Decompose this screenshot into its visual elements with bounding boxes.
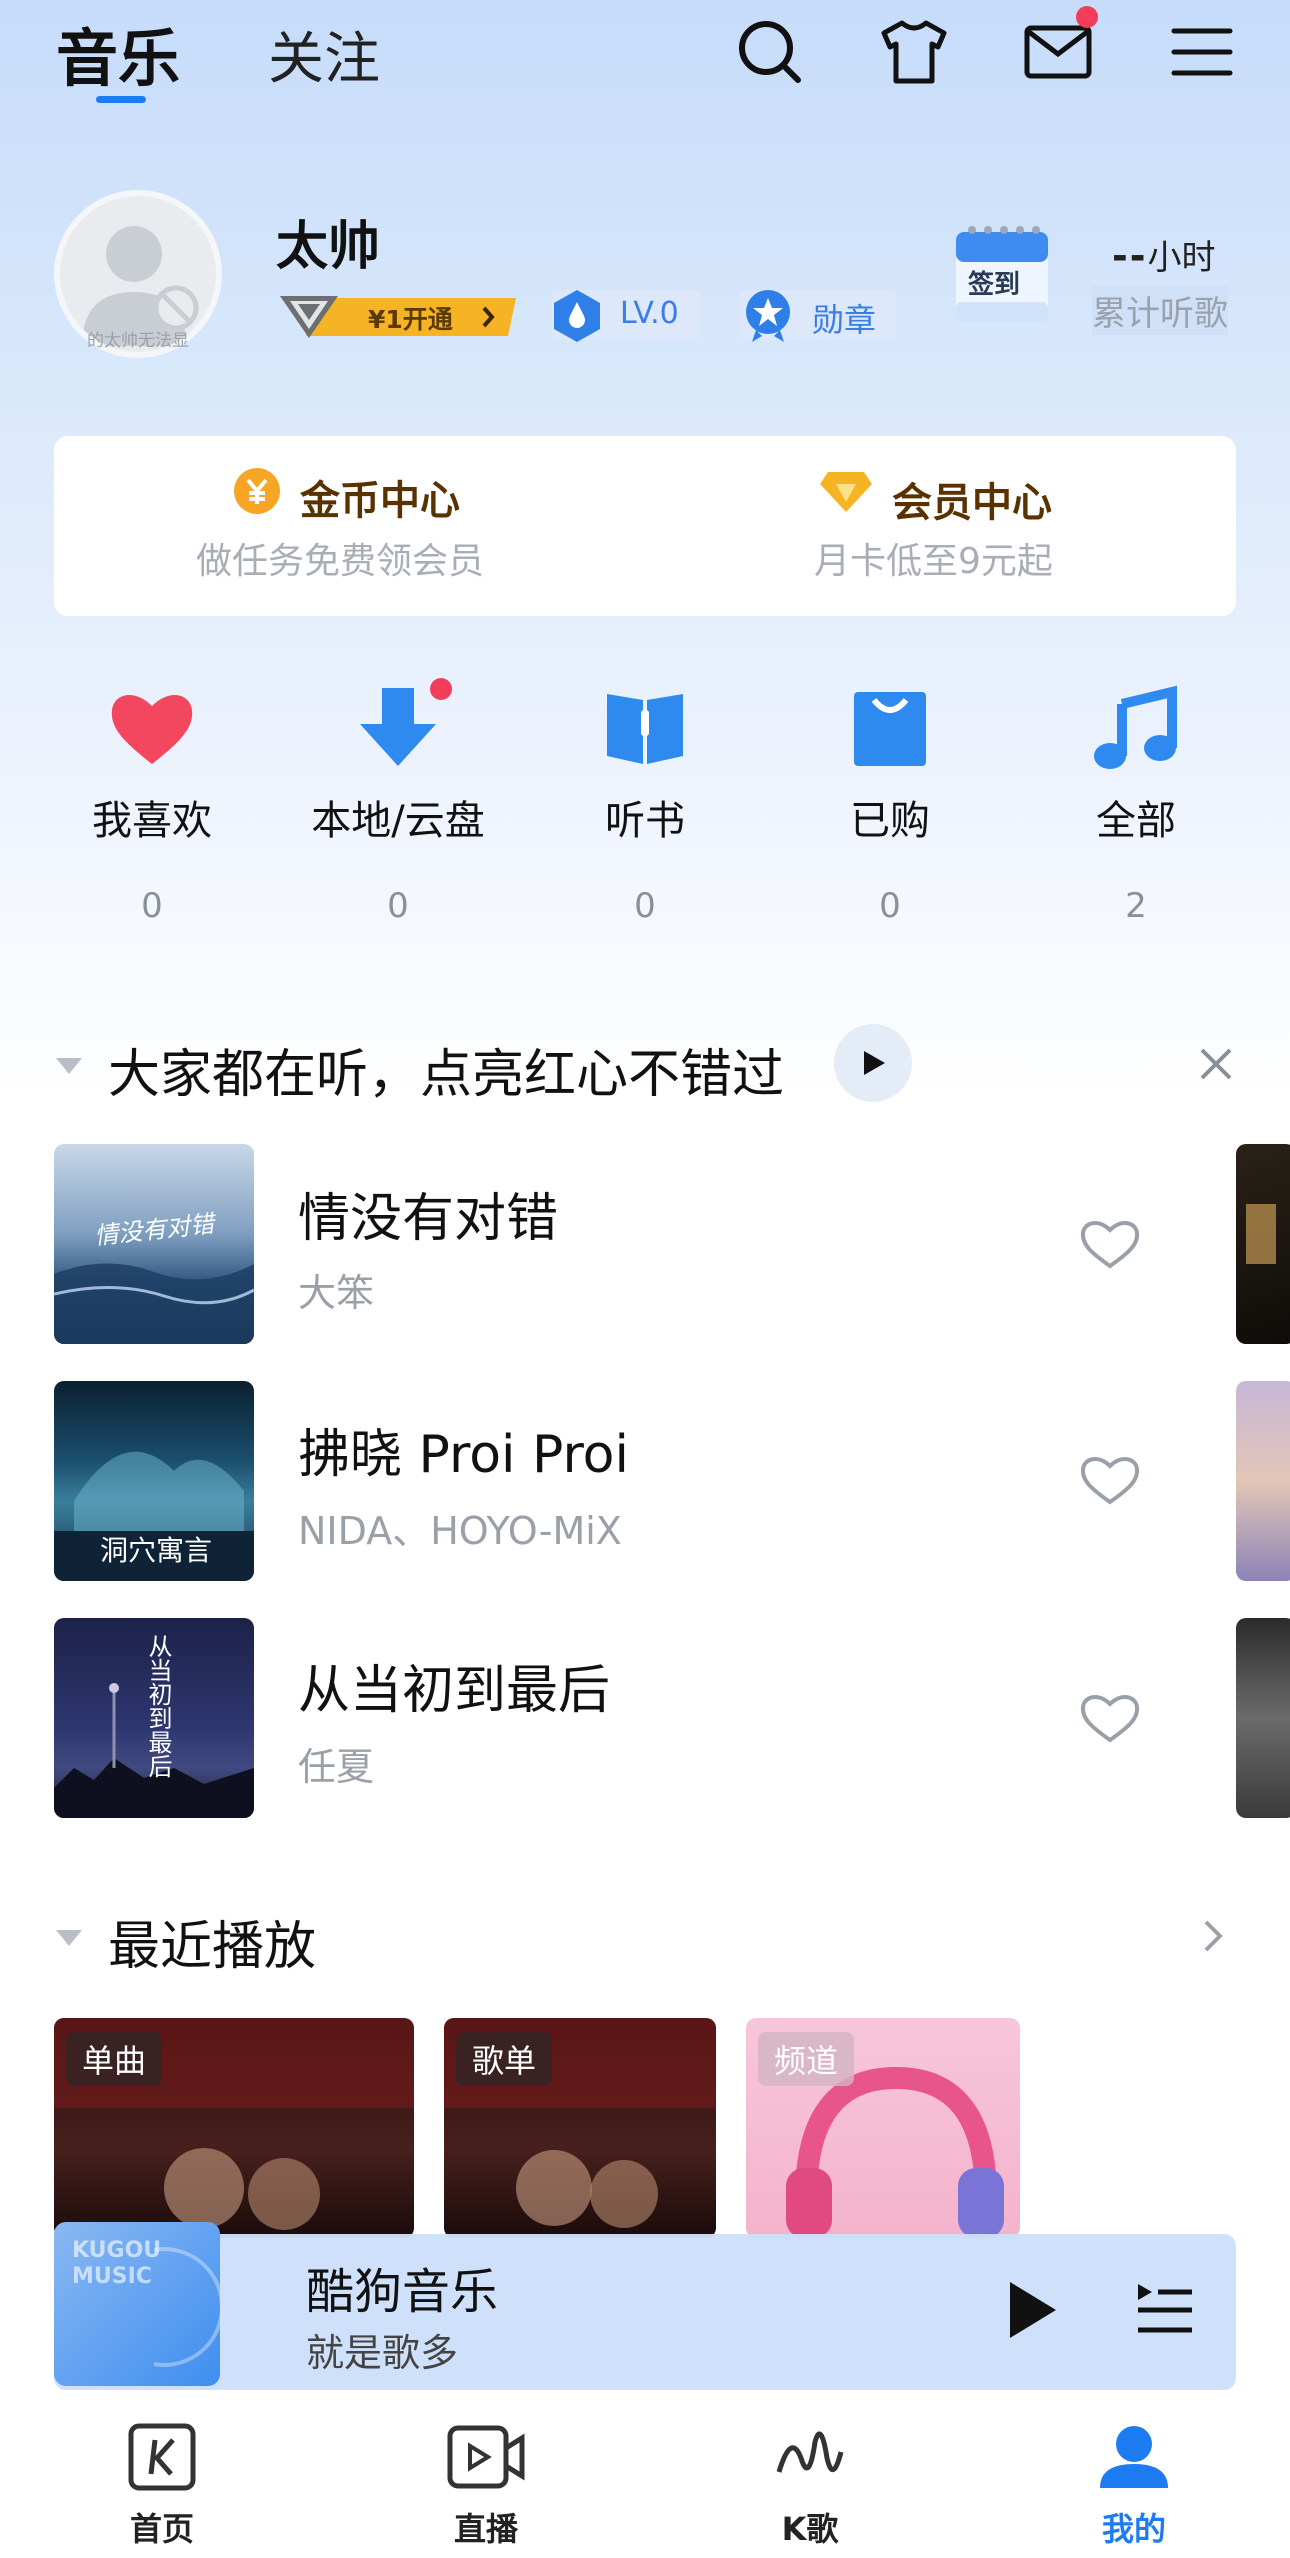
nav-label: 直播 [453,2510,518,2548]
recommend-title: 大家都在听，点亮红心不错过 [108,1045,785,1105]
close-icon[interactable] [1196,1044,1236,1084]
listen-hours: --小时 [1112,230,1216,279]
next-card-peek [1236,1618,1290,1818]
play-icon [864,1051,885,1075]
recent-card-channel[interactable]: 频道 [746,2018,1020,2238]
avatar-status-note: 的太帅无法显 [87,331,189,351]
vip-center-title[interactable]: 会员中心 [892,470,1052,528]
mail-notification-dot [1076,6,1098,28]
coin-center-title[interactable]: 金币中心 [300,468,460,526]
recent-title: 最近播放 [108,1917,317,1977]
recent-card-playlist[interactable]: 歌单 [444,2018,716,2238]
menu-icon[interactable] [1160,10,1244,94]
song-artist[interactable]: 任夏 [298,1736,374,1791]
player-cover[interactable]: KUGOU MUSIC [54,2222,220,2386]
quick-count: 0 [879,886,901,926]
quick-count: 0 [634,886,656,926]
diamond-icon [818,468,874,516]
play-icon[interactable] [1004,2278,1060,2342]
music-note-icon [1088,680,1184,776]
mail-icon[interactable] [1016,6,1100,94]
song-title[interactable]: 拂晓 Proi Proi [298,1412,629,1487]
song-cover[interactable]: 洞穴寓言 [54,1381,254,1581]
nav-karaoke[interactable]: K歌 [710,2422,910,2550]
quick-purchased[interactable]: 已购 0 [800,680,980,940]
level-text: LV.0 [620,296,679,331]
song-title[interactable]: 情没有对错 [298,1176,558,1251]
quick-all[interactable]: 全部 2 [1046,680,1226,940]
coin-center-subtitle: 做任务免费领会员 [196,541,485,582]
nav-label: 我的 [1101,2510,1166,2548]
nav-live[interactable]: 直播 [386,2422,586,2550]
play-all-button[interactable] [834,1024,912,1102]
quick-label: 全部 [1096,798,1176,844]
heart-icon [104,680,200,776]
tshirt-icon[interactable] [872,10,956,94]
recent-tag: 单曲 [66,2032,163,2086]
quick-label: 已购 [850,798,930,844]
next-card-peek [1236,1144,1290,1344]
recent-tag: 频道 [758,2032,855,2086]
vip-open-label: ¥1开通 [368,305,453,334]
recent-card-single[interactable]: 单曲 [54,2018,414,2238]
local-notification-dot [430,678,452,700]
like-heart-icon[interactable] [1078,1216,1142,1272]
nav-home[interactable]: 首页 [62,2422,262,2550]
quick-label: 本地/云盘 [311,798,485,844]
like-heart-icon[interactable] [1078,1452,1142,1508]
player-subtitle: 就是歌多 [306,2331,459,2375]
checkin-label: 签到 [968,270,1021,300]
song-title[interactable]: 从当初到最后 [298,1648,610,1723]
download-icon [350,678,452,776]
cover-text: 从当初到最后 [144,1634,172,1778]
quick-local-cloud[interactable]: 本地/云盘 0 [308,678,488,940]
book-icon [597,680,693,776]
tab-music[interactable]: 音乐 [56,8,180,98]
quick-count: 2 [1125,886,1147,926]
search-icon[interactable] [728,10,812,94]
quick-count: 0 [387,886,409,926]
nav-label: K歌 [781,2510,839,2548]
collapse-triangle-icon[interactable] [56,1058,82,1074]
k-home-icon [128,2423,196,2491]
song-cover[interactable]: 从当初到最后 [54,1618,254,1818]
like-heart-icon[interactable] [1078,1690,1142,1746]
checkin-calendar-button[interactable]: 签到 [952,222,1052,328]
quick-count: 0 [141,886,163,926]
tab-follow[interactable]: 关注 [268,14,380,95]
quick-label: 我喜欢 [92,798,212,844]
quick-audiobook[interactable]: 听书 0 [555,680,735,940]
song-artist[interactable]: NIDA、HOYO-MiX [298,1500,622,1555]
total-listen-label[interactable]: 累计听歌 [1092,286,1228,335]
medal-label: 勋章 [812,301,877,339]
username[interactable]: 太帅 [276,204,380,279]
cover-text: 洞穴寓言 [100,1534,213,1567]
profile-icon [1100,2426,1168,2488]
listen-hours-value: -- [1112,234,1148,278]
shopping-bag-icon [842,680,938,776]
quick-favorites[interactable]: 我喜欢 0 [62,680,242,940]
nav-mine[interactable]: 我的 [1034,2422,1234,2550]
coin-icon [232,466,282,516]
song-artist[interactable]: 大笨 [298,1262,374,1317]
listen-hours-unit: 小时 [1147,238,1216,278]
quick-label: 听书 [605,798,685,844]
playlist-icon[interactable] [1134,2280,1194,2338]
nav-label: 首页 [129,2510,194,2548]
chevron-right-icon[interactable] [1198,1916,1228,1956]
vip-center-subtitle: 月卡低至9元起 [814,541,1053,582]
player-title[interactable]: 酷狗音乐 [306,2252,498,2322]
next-card-peek [1236,1381,1290,1581]
live-icon [447,2425,525,2489]
collapse-triangle-icon[interactable] [56,1930,82,1946]
benefits-card [54,436,1236,616]
song-cover[interactable]: 情没有对错 [54,1144,254,1344]
tab-active-indicator [96,96,146,103]
karaoke-icon [776,2431,844,2473]
recent-tag: 歌单 [456,2032,553,2086]
peek-art [1246,1204,1276,1264]
